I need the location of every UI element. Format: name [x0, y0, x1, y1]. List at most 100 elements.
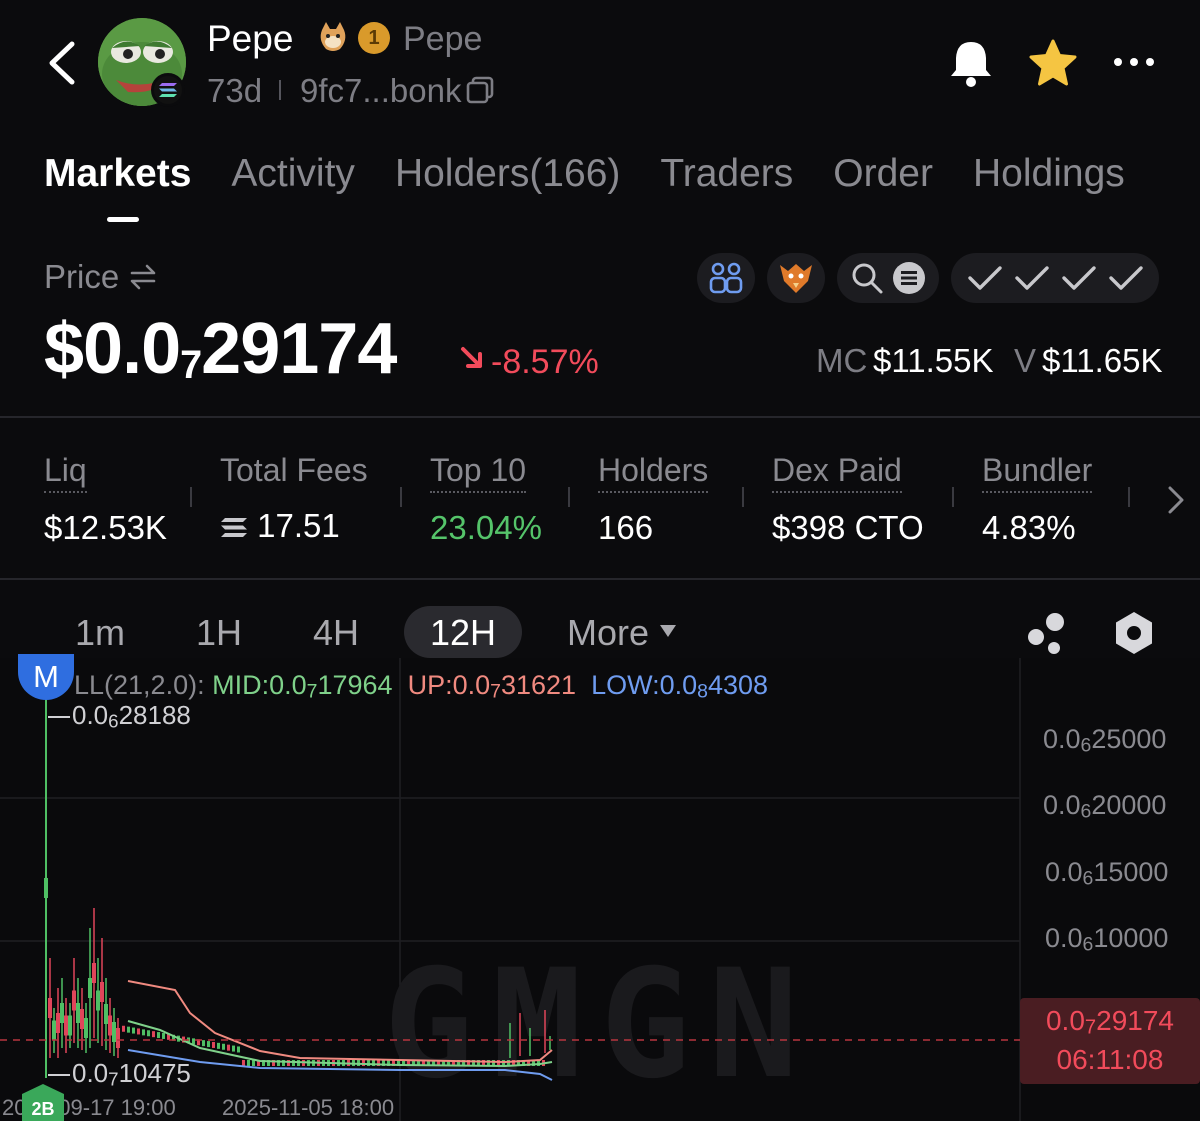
- down-arrow-icon: [461, 347, 482, 368]
- check-icon: [1108, 266, 1143, 290]
- candle-body: [116, 1028, 120, 1048]
- check-icon: [1014, 266, 1049, 290]
- candle-body: [88, 978, 92, 998]
- tab-order[interactable]: Order: [833, 152, 933, 196]
- y-axis-tick: 0.0625000: [1043, 724, 1167, 757]
- bell-icon[interactable]: [946, 38, 996, 88]
- star-icon[interactable]: [1028, 38, 1078, 88]
- timeframe-12h[interactable]: 12H: [404, 612, 522, 654]
- check-icon: [1061, 266, 1096, 290]
- more-dots-icon[interactable]: [1110, 40, 1158, 84]
- caret-down-icon[interactable]: [658, 623, 678, 639]
- timeframe-4h[interactable]: 4H: [313, 612, 359, 654]
- candle-body: [202, 1040, 205, 1047]
- candle-body: [242, 1060, 245, 1066]
- doge-icon: [320, 22, 346, 51]
- candle-body: [212, 1041, 215, 1048]
- people-icon: [709, 262, 743, 294]
- candle-body: [152, 1031, 155, 1038]
- candle-body: [84, 1018, 88, 1038]
- tab-traders[interactable]: Traders: [660, 152, 793, 196]
- stat-top10[interactable]: Top 10 23.04%: [430, 452, 542, 547]
- active-tab-indicator: [107, 217, 139, 222]
- candle-body: [112, 1022, 116, 1042]
- divider: [1128, 487, 1130, 507]
- token-address[interactable]: 9fc7...bonk: [300, 72, 461, 110]
- candle-body: [147, 1030, 150, 1037]
- tab-holders[interactable]: Holders(166): [395, 152, 620, 196]
- solana-coin-icon: [893, 262, 925, 294]
- candle-body: [227, 1044, 230, 1051]
- low-price-annotation: 0.0710475: [48, 1058, 191, 1090]
- holders-badge[interactable]: [697, 253, 755, 303]
- green-hex-icon[interactable]: 2B: [20, 1084, 66, 1121]
- timeframe-1m[interactable]: 1m: [75, 612, 125, 654]
- rank-badge: 1: [358, 22, 390, 54]
- candle-body: [104, 1004, 108, 1024]
- divider: [400, 487, 402, 507]
- candle-body: [122, 1025, 125, 1032]
- candle-body: [157, 1032, 160, 1039]
- candle-body: [247, 1060, 250, 1066]
- stat-holders[interactable]: Holders 166: [598, 452, 709, 547]
- candle-body: [108, 1015, 112, 1036]
- candle-body: [252, 1060, 255, 1066]
- stat-total-fees[interactable]: Total Fees 17.51: [220, 452, 368, 545]
- token-age: 73d: [207, 72, 263, 109]
- volume-label: V: [1014, 342, 1037, 379]
- copy-icon[interactable]: [466, 76, 494, 104]
- divider: [0, 416, 1200, 418]
- y-axis-tick: 0.0620000: [1043, 790, 1167, 823]
- x-axis-label: 2025-11-05 18:00: [222, 1095, 395, 1120]
- divider: [0, 578, 1200, 580]
- divider: [279, 80, 281, 100]
- y-axis-tick: 0.0615000: [1045, 857, 1169, 890]
- checks-badge[interactable]: [951, 253, 1159, 303]
- eagle-badge[interactable]: [767, 253, 825, 303]
- candle-body: [217, 1042, 220, 1049]
- swap-icon[interactable]: [128, 262, 158, 292]
- high-price-annotation: 0.0628188: [48, 700, 191, 732]
- tab-activity[interactable]: Activity: [231, 152, 355, 196]
- price-change: -8.57%: [491, 343, 599, 381]
- stat-liq[interactable]: Liq $12.53K: [44, 452, 167, 547]
- y-axis-tick: 0.0610000: [1045, 923, 1169, 956]
- timeframe-1h[interactable]: 1H: [196, 612, 242, 654]
- check-icon: [967, 266, 1002, 290]
- tab-holdings[interactable]: Holdings: [973, 152, 1125, 196]
- market-cap-label: MC: [816, 342, 868, 379]
- svg-text:2B: 2B: [31, 1099, 54, 1119]
- chart-watermark: GMGN: [383, 938, 816, 1112]
- search-icon: [852, 263, 883, 294]
- candle-body: [64, 1015, 68, 1036]
- candle-body: [237, 1046, 240, 1053]
- candle-body: [76, 1003, 80, 1023]
- candle-body: [162, 1032, 165, 1039]
- audit-badges: [697, 253, 1159, 303]
- divider: [190, 487, 192, 507]
- divider: [568, 487, 570, 507]
- price-label: Price: [44, 258, 120, 295]
- volume-value: $11.65K: [1042, 342, 1163, 379]
- chevron-right-icon[interactable]: [1162, 482, 1190, 518]
- token-alias: Pepe: [403, 20, 483, 58]
- candle-body: [292, 1060, 295, 1066]
- divider: [952, 487, 954, 507]
- settings-icon[interactable]: [1112, 610, 1156, 656]
- tab-bar: Markets Activity Holders(166) Traders Or…: [44, 152, 1158, 196]
- tab-markets[interactable]: Markets: [44, 152, 191, 196]
- candle-body: [132, 1027, 135, 1034]
- indicator-graph-icon[interactable]: [1024, 610, 1070, 656]
- candle-body: [96, 990, 100, 1011]
- current-price: $0.0729174: [44, 309, 397, 389]
- timeframe-more[interactable]: More: [567, 612, 649, 654]
- stat-dex-paid[interactable]: Dex Paid $398 CTO: [772, 452, 924, 547]
- candle-body: [52, 1020, 56, 1041]
- candle-body: [92, 963, 96, 983]
- back-arrow-icon[interactable]: [40, 38, 84, 88]
- search-badge[interactable]: [837, 253, 939, 303]
- solana-icon: [151, 73, 185, 107]
- candle-body: [80, 1009, 84, 1029]
- stat-bundler[interactable]: Bundler 4.83%: [982, 452, 1093, 547]
- candle-body: [60, 1003, 64, 1023]
